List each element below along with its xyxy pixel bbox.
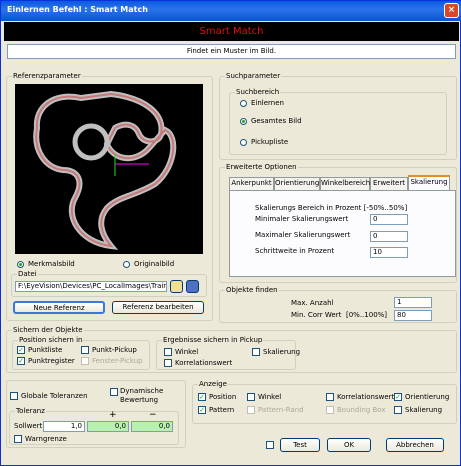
- min-scaling-input[interactable]: 0: [370, 214, 408, 225]
- minus-tolerance-input[interactable]: 0,0: [131, 421, 173, 432]
- position-display-label: Position: [209, 393, 237, 401]
- max-scaling-label: Maximaler Skalierungswert: [255, 231, 351, 239]
- banner-title: Smart Match: [4, 22, 459, 41]
- save-position-label: Position sichern in: [18, 336, 84, 344]
- winkel-display-checkbox[interactable]: [247, 393, 255, 401]
- korr-display-label: Korrelationswert: [337, 393, 395, 401]
- open-folder-icon[interactable]: [170, 280, 183, 293]
- tab-orientierung[interactable]: Orientierung: [274, 177, 320, 190]
- position-display-checkbox[interactable]: ✓: [198, 393, 206, 401]
- plus-label: +: [109, 410, 117, 420]
- tolerance-label: Toleranz: [15, 407, 46, 415]
- bounding-box-label: Bounding Box: [337, 406, 386, 414]
- scaling-display-label: Skalierung: [405, 406, 443, 414]
- file-path-input[interactable]: F:\EyeVision\Devices\PC_LocalImages\Trai…: [15, 281, 167, 292]
- pattern-rand-checkbox: [247, 406, 255, 414]
- tab-winkelbereich[interactable]: Winkelbereich: [320, 177, 370, 190]
- extended-options-label: Erweiterte Optionen: [225, 163, 298, 171]
- search-group-label: Suchparameter: [225, 72, 282, 80]
- save-results-label: Ergebnisse sichern in Pickup: [162, 336, 264, 344]
- step-label: Schrittweite in Prozent: [255, 247, 335, 255]
- find-objects-label: Objekte finden: [225, 286, 279, 294]
- max-scaling-input[interactable]: 0: [370, 231, 408, 242]
- warn-limit-checkbox[interactable]: [14, 435, 22, 443]
- dynamic-rating-checkbox[interactable]: [110, 388, 118, 396]
- scaling-display-checkbox[interactable]: [394, 406, 402, 414]
- dynamic-rating-label: Dynamische Bewertung: [120, 387, 164, 404]
- warn-limit-label: Warngrenze: [25, 435, 67, 443]
- cancel-button[interactable]: Abbrechen: [386, 438, 444, 452]
- display-group: Anzeige: [192, 380, 457, 424]
- pattern-shape-image: [33, 90, 177, 250]
- min-corr-input[interactable]: 80: [394, 310, 432, 321]
- test-checkbox[interactable]: [266, 441, 274, 449]
- radio-gesamtes-bild[interactable]: [240, 118, 247, 125]
- test-button[interactable]: Test: [280, 438, 320, 452]
- korr-display-checkbox[interactable]: [326, 393, 334, 401]
- fenster-pickup-label: Fenster-Pickup: [92, 357, 143, 365]
- fenster-pickup-checkbox: [81, 357, 89, 365]
- skalierung-save-label: Skalierung: [263, 348, 301, 356]
- radio-pickupliste-label: Pickupliste: [251, 138, 289, 146]
- punkt-pickup-label: Punkt-Pickup: [92, 346, 137, 354]
- radio-pickupliste[interactable]: [240, 139, 247, 146]
- radio-einlernen-label: Einlernen: [251, 99, 284, 107]
- plus-tolerance-input[interactable]: 0,0: [87, 421, 129, 432]
- reference-group-label: Referenzparameter: [12, 72, 82, 80]
- radio-originalbild-label: Originalbild: [134, 260, 175, 268]
- dialog-window: Einlernen Befehl : Smart Match × Smart M…: [0, 0, 461, 466]
- pattern-display-checkbox[interactable]: ✓: [198, 406, 206, 414]
- tab-skalierung[interactable]: Skalierung: [408, 175, 450, 190]
- scaling-range-label: Skalierungs Bereich in Prozent [-50%..50…: [255, 204, 408, 212]
- window-title: Einlernen Befehl : Smart Match: [7, 5, 148, 14]
- save-disk-icon[interactable]: [186, 280, 199, 293]
- min-corr-label: Min. Corr Wert: [291, 311, 342, 319]
- radio-gesamtes-bild-label: Gesamtes Bild: [251, 117, 302, 125]
- winkel-checkbox[interactable]: [164, 348, 172, 356]
- pattern-rand-label: Pattern-Rand: [258, 406, 304, 414]
- reference-image: [15, 84, 203, 254]
- punktregister-checkbox[interactable]: ✓: [17, 357, 25, 365]
- orientation-display-checkbox[interactable]: ✓: [394, 393, 402, 401]
- search-area-label: Suchbereich: [235, 88, 281, 96]
- step-input[interactable]: 10: [370, 247, 408, 258]
- skalierung-save-checkbox[interactable]: [252, 348, 260, 356]
- punktliste-checkbox[interactable]: ✓: [17, 346, 25, 354]
- max-count-input[interactable]: 1: [394, 297, 432, 308]
- tab-erweitert[interactable]: Erweitert: [370, 177, 408, 190]
- pattern-display-label: Pattern: [209, 406, 235, 414]
- global-tolerance-label: Globale Toleranzen: [21, 392, 88, 400]
- ok-button[interactable]: OK: [327, 438, 371, 452]
- title-bar: Einlernen Befehl : Smart Match ×: [1, 1, 461, 21]
- global-tolerance-checkbox[interactable]: [10, 392, 18, 400]
- edit-reference-button[interactable]: Referenz bearbeiten: [112, 301, 204, 314]
- display-group-label: Anzeige: [198, 380, 228, 388]
- minus-label: −: [149, 410, 157, 420]
- max-count-label: Max. Anzahl: [291, 299, 334, 307]
- tab-ankerpunkt[interactable]: Ankerpunkt: [229, 177, 274, 190]
- save-objects-label: Sichern der Objekte: [12, 326, 84, 334]
- orientation-display-label: Orientierung: [405, 393, 450, 401]
- bounding-box-checkbox: [326, 406, 334, 414]
- setpoint-input[interactable]: 1,0: [43, 421, 85, 432]
- radio-merkmalsbild-label: Merkmalsbild: [28, 260, 75, 268]
- close-button[interactable]: ×: [444, 3, 459, 18]
- punktregister-label: Punktregister: [28, 357, 75, 365]
- new-reference-button[interactable]: Neue Referenz: [13, 301, 105, 314]
- korr-save-label: Korrelationswert: [175, 359, 233, 367]
- radio-einlernen[interactable]: [240, 100, 247, 107]
- radio-originalbild[interactable]: [123, 261, 130, 268]
- winkel-label: Winkel: [175, 348, 199, 356]
- file-group-label: Datei: [17, 270, 38, 278]
- korr-save-checkbox[interactable]: [164, 359, 172, 367]
- winkel-display-label: Winkel: [258, 393, 282, 401]
- setpoint-label: Sollwert: [14, 422, 43, 430]
- min-scaling-label: Minimaler Skalierungswert: [255, 215, 349, 223]
- min-corr-range: [0%..100%]: [346, 311, 388, 319]
- description-field: Findet ein Muster im Bild.: [7, 44, 456, 59]
- radio-merkmalsbild[interactable]: [17, 261, 24, 268]
- punkt-pickup-checkbox[interactable]: [81, 346, 89, 354]
- punktliste-label: Punktliste: [28, 346, 63, 354]
